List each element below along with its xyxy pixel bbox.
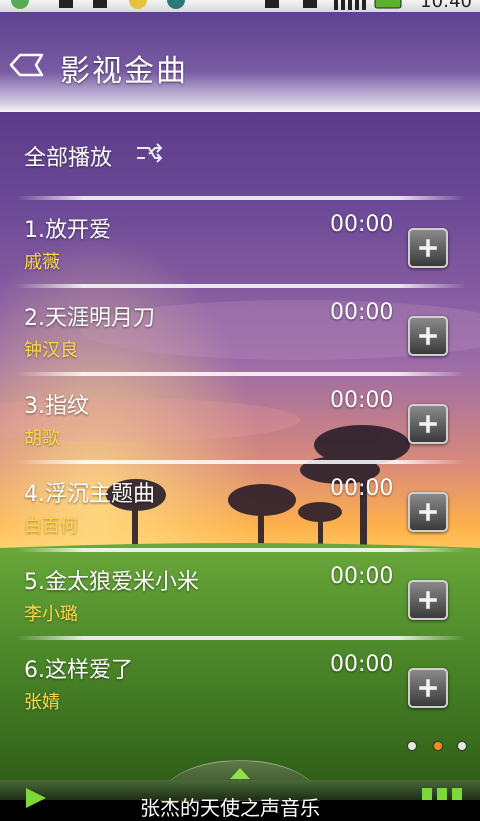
download-icon [303, 0, 317, 8]
plus-icon [418, 590, 438, 610]
shuffle-icon[interactable] [134, 140, 164, 168]
sd-card-icon [59, 0, 73, 8]
header-bar: 影视金曲 [0, 12, 480, 112]
song-duration: 00:00 [330, 212, 394, 237]
page-dot-active [434, 742, 442, 750]
emoji-icon [129, 0, 147, 9]
song-title: 6.这样爱了 [24, 658, 133, 683]
add-song-button[interactable] [408, 404, 448, 444]
plus-icon [418, 414, 438, 434]
page-title: 影视金曲 [60, 54, 188, 89]
play-icon[interactable] [22, 788, 48, 808]
sim-icon [265, 0, 279, 8]
song-title: 5.金太狼爱米小米 [24, 570, 199, 595]
signal-icon [334, 0, 366, 10]
page-dot [458, 742, 466, 750]
page-dot [408, 742, 416, 750]
song-row[interactable]: 3.指纹 胡歌 00:00 [0, 376, 480, 460]
add-song-button[interactable] [408, 668, 448, 708]
add-song-button[interactable] [408, 580, 448, 620]
status-bar: 10:40 [0, 0, 480, 12]
song-row[interactable]: 1.放开爱 戚薇 00:00 [0, 200, 480, 284]
song-duration: 00:00 [330, 300, 394, 325]
add-song-button[interactable] [408, 228, 448, 268]
add-song-button[interactable] [408, 316, 448, 356]
status-time: 10:40 [420, 0, 472, 12]
add-song-button[interactable] [408, 492, 448, 532]
song-duration: 00:00 [330, 388, 394, 413]
song-artist: 李小璐 [24, 604, 78, 625]
song-row[interactable]: 2.天涯明月刀 钟汉良 00:00 [0, 288, 480, 372]
sync-icon [167, 0, 185, 9]
plus-icon [418, 678, 438, 698]
play-all-row[interactable]: 全部播放 [0, 120, 480, 190]
play-all-label: 全部播放 [24, 146, 113, 171]
chevron-up-icon[interactable] [228, 766, 252, 780]
song-artist: 张婧 [24, 692, 60, 713]
page-indicator [404, 738, 474, 754]
song-artist: 钟汉良 [24, 340, 78, 361]
song-title: 2.天涯明月刀 [24, 306, 155, 331]
menu-icon[interactable] [422, 788, 462, 800]
song-artist: 白百何 [24, 516, 78, 537]
back-arrow-icon[interactable] [8, 52, 44, 78]
song-artist: 胡歌 [24, 428, 60, 449]
now-playing-title: 张杰的天使之声音乐 [140, 796, 320, 820]
song-duration: 00:00 [330, 476, 394, 501]
song-title: 4.浮沉主题曲 [24, 482, 155, 507]
song-title: 1.放开爱 [24, 218, 111, 243]
plus-icon [418, 502, 438, 522]
song-title: 3.指纹 [24, 394, 89, 419]
android-icon [11, 0, 29, 9]
usb-icon [93, 0, 107, 8]
plus-icon [418, 326, 438, 346]
song-row[interactable]: 6.这样爱了 张婧 00:00 [0, 640, 480, 724]
song-row[interactable]: 5.金太狼爱米小米 李小璐 00:00 [0, 552, 480, 636]
plus-icon [418, 238, 438, 258]
song-row[interactable]: 4.浮沉主题曲 白百何 00:00 [0, 464, 480, 548]
song-duration: 00:00 [330, 652, 394, 677]
song-artist: 戚薇 [24, 252, 60, 273]
song-duration: 00:00 [330, 564, 394, 589]
battery-icon [374, 0, 402, 9]
